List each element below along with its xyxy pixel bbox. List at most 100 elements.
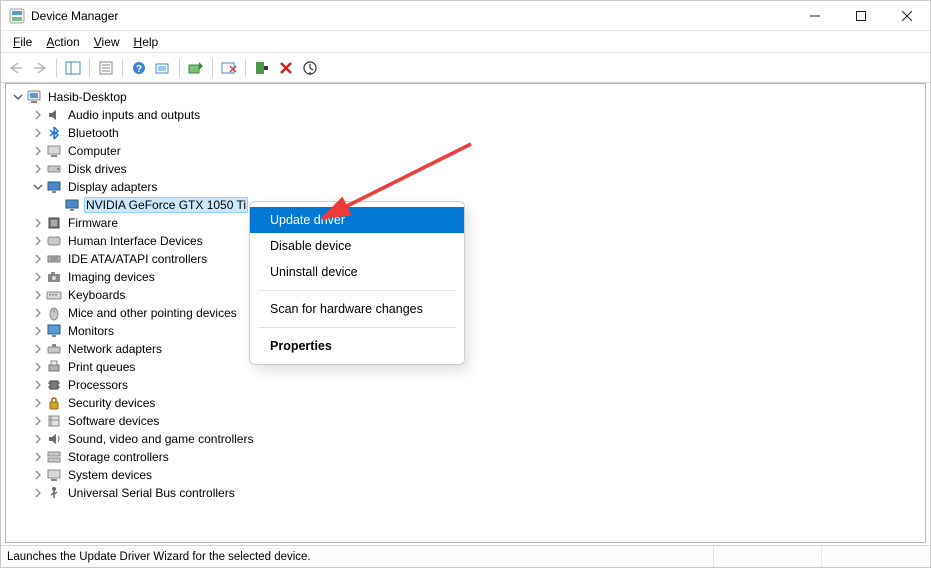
disable-device-button[interactable] [218, 57, 240, 79]
tree-item-monitors[interactable]: Monitors [6, 322, 925, 340]
tree-item-label: Firmware [66, 215, 120, 231]
expand-icon[interactable] [32, 307, 44, 319]
expand-icon[interactable] [32, 181, 44, 193]
tree-item-hid[interactable]: Human Interface Devices [6, 232, 925, 250]
processor-icon [46, 377, 62, 393]
tree-item-label: Security devices [66, 395, 157, 411]
tree-item-disk[interactable]: Disk drives [6, 160, 925, 178]
hid-icon [46, 233, 62, 249]
update-driver-button[interactable] [185, 57, 207, 79]
menu-action[interactable]: Action [40, 33, 85, 51]
status-cell-3 [822, 546, 930, 567]
disk-icon [46, 161, 62, 177]
tree-item-display[interactable]: Display adapters [6, 178, 925, 196]
tree-item-label: Processors [66, 377, 130, 393]
help-button[interactable]: ? [128, 57, 150, 79]
expand-icon[interactable] [12, 91, 24, 103]
tree-item-label: Computer [66, 143, 123, 159]
expand-icon[interactable] [32, 487, 44, 499]
expand-icon[interactable] [32, 397, 44, 409]
ctx-properties[interactable]: Properties [250, 333, 464, 359]
audio-icon [46, 107, 62, 123]
tree-item-label: IDE ATA/ATAPI controllers [66, 251, 209, 267]
expand-icon[interactable] [32, 379, 44, 391]
tree-item-processors[interactable]: Processors [6, 376, 925, 394]
uninstall-button-2[interactable] [275, 57, 297, 79]
display-icon [46, 179, 62, 195]
tree-item-bluetooth[interactable]: Bluetooth [6, 124, 925, 142]
menubar: File Action View Help [1, 31, 930, 53]
expand-icon[interactable] [32, 109, 44, 121]
tree-item-label: Mice and other pointing devices [66, 305, 239, 321]
usb-icon [46, 485, 62, 501]
expand-icon[interactable] [32, 127, 44, 139]
keyboard-icon [46, 287, 62, 303]
tree-item-ide[interactable]: IDE ATA/ATAPI controllers [6, 250, 925, 268]
toolbar: ? [1, 53, 930, 83]
back-button [5, 57, 27, 79]
sound-icon [46, 431, 62, 447]
imaging-icon [46, 269, 62, 285]
menu-help[interactable]: Help [128, 33, 165, 51]
tree-item-label: Imaging devices [66, 269, 157, 285]
forward-button [29, 57, 51, 79]
ctx-scan-hardware[interactable]: Scan for hardware changes [250, 296, 464, 322]
uninstall-button-3[interactable] [299, 57, 321, 79]
mouse-icon [46, 305, 62, 321]
device-tree[interactable]: Hasib-Desktop Audio inputs and outputs B… [5, 83, 926, 543]
expand-icon[interactable] [32, 217, 44, 229]
tree-root[interactable]: Hasib-Desktop [6, 88, 925, 106]
menu-file[interactable]: File [7, 33, 38, 51]
expand-icon[interactable] [32, 235, 44, 247]
expand-icon[interactable] [32, 271, 44, 283]
ctx-disable-device[interactable]: Disable device [250, 233, 464, 259]
status-text: Launches the Update Driver Wizard for th… [1, 546, 714, 567]
uninstall-button-1[interactable] [251, 57, 273, 79]
tree-item-printqueues[interactable]: Print queues [6, 358, 925, 376]
tree-item-security[interactable]: Security devices [6, 394, 925, 412]
tree-item-software[interactable]: Software devices [6, 412, 925, 430]
security-icon [46, 395, 62, 411]
tree-item-storage[interactable]: Storage controllers [6, 448, 925, 466]
tree-item-imaging[interactable]: Imaging devices [6, 268, 925, 286]
expand-icon[interactable] [32, 253, 44, 265]
maximize-button[interactable] [838, 1, 884, 31]
tree-item-label: NVIDIA GeForce GTX 1050 Ti [84, 197, 248, 213]
expand-icon[interactable] [32, 361, 44, 373]
tree-item-network[interactable]: Network adapters [6, 340, 925, 358]
tree-item-nvidia[interactable]: NVIDIA GeForce GTX 1050 Ti [6, 196, 925, 214]
tree-item-usb[interactable]: Universal Serial Bus controllers [6, 484, 925, 502]
ctx-uninstall-device[interactable]: Uninstall device [250, 259, 464, 285]
expand-icon[interactable] [32, 325, 44, 337]
close-button[interactable] [884, 1, 930, 31]
menu-view[interactable]: View [88, 33, 126, 51]
show-hide-tree-button[interactable] [62, 57, 84, 79]
ctx-separator [258, 290, 456, 291]
expand-icon[interactable] [32, 451, 44, 463]
tree-item-label: Network adapters [66, 341, 164, 357]
expand-icon[interactable] [32, 469, 44, 481]
expand-icon[interactable] [32, 343, 44, 355]
tree-item-keyboards[interactable]: Keyboards [6, 286, 925, 304]
tree-item-audio[interactable]: Audio inputs and outputs [6, 106, 925, 124]
expand-icon[interactable] [32, 433, 44, 445]
firmware-icon [46, 215, 62, 231]
tree-item-system[interactable]: System devices [6, 466, 925, 484]
tree-item-firmware[interactable]: Firmware [6, 214, 925, 232]
expand-icon[interactable] [32, 415, 44, 427]
properties-button[interactable] [95, 57, 117, 79]
tree-item-label: Monitors [66, 323, 116, 339]
tree-item-sound[interactable]: Sound, video and game controllers [6, 430, 925, 448]
tree-item-mice[interactable]: Mice and other pointing devices [6, 304, 925, 322]
ide-icon [46, 251, 62, 267]
ctx-update-driver[interactable]: Update driver [250, 207, 464, 233]
status-cell-2 [714, 546, 822, 567]
minimize-button[interactable] [792, 1, 838, 31]
tree-item-label: Keyboards [66, 287, 127, 303]
expand-icon[interactable] [32, 289, 44, 301]
scan-hardware-button[interactable] [152, 57, 174, 79]
tree-item-computer[interactable]: Computer [6, 142, 925, 160]
expand-icon[interactable] [32, 145, 44, 157]
expand-icon[interactable] [32, 163, 44, 175]
tree-item-label: System devices [66, 467, 154, 483]
